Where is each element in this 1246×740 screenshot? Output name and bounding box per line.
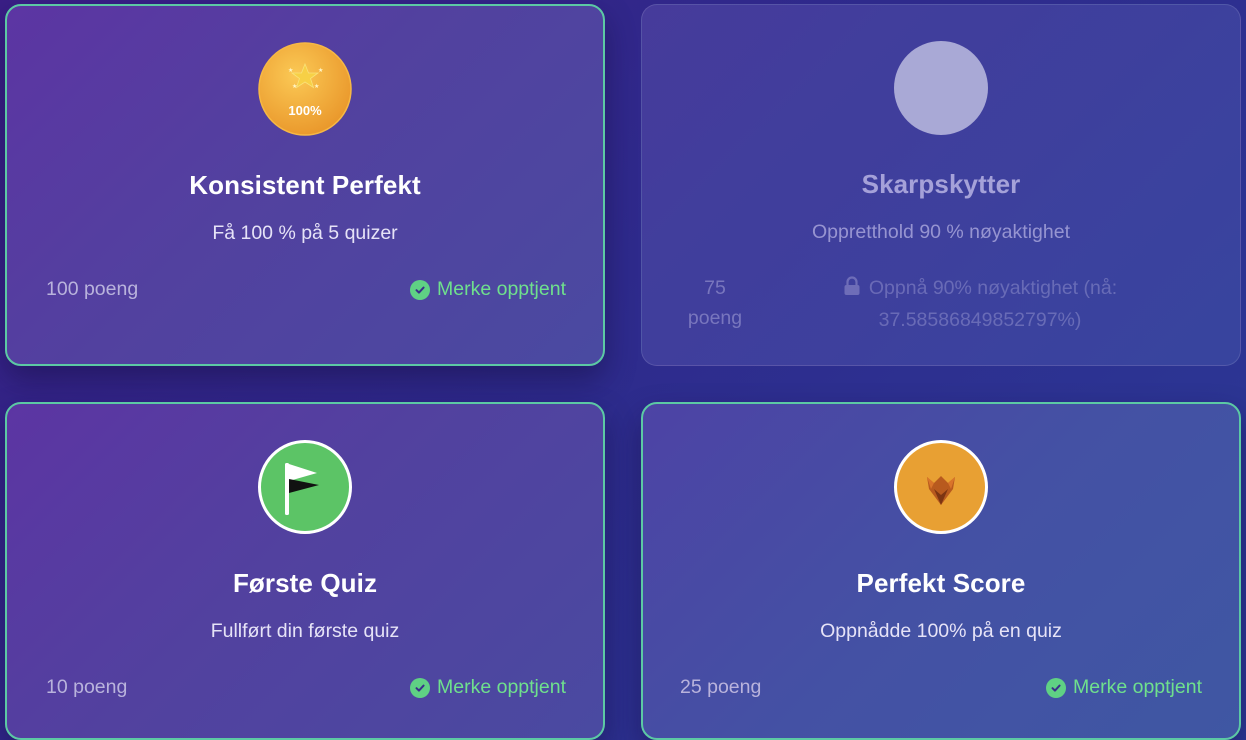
- svg-text:★: ★: [292, 83, 297, 90]
- svg-text:★: ★: [314, 83, 319, 90]
- badge-description: Få 100 % på 5 quizer: [212, 222, 398, 244]
- badge-grid: ★ ★ ★ ★ 100% Konsistent Perfekt Få 100 %…: [0, 0, 1246, 740]
- badge-requirement-line1: Oppnå 90% nøyaktighet (nå:: [868, 277, 1118, 299]
- badge-points: 100 poeng: [46, 278, 139, 300]
- gold-medal-icon: ★ ★ ★ ★ 100%: [258, 42, 352, 136]
- badge-requirement: Oppnå 90% nøyaktighet (nå: 37.5858684985…: [820, 273, 1140, 335]
- badge-earned-status: Merke opptjent: [410, 278, 566, 301]
- lock-icon: [843, 275, 861, 305]
- check-circle-icon: [410, 677, 430, 698]
- badge-description: Oppnådde 100% på en quiz: [820, 620, 1062, 642]
- badge-card-skarpskytter[interactable]: Skarpskytter Oppretthold 90 % nøyaktighe…: [641, 4, 1241, 366]
- badge-points: 75 poeng: [670, 273, 760, 333]
- badge-title: Første Quiz: [232, 568, 378, 598]
- flag-icon: [258, 440, 352, 534]
- badge-points: 25 poeng: [680, 676, 762, 698]
- badge-status-label: Merke opptjent: [437, 676, 566, 698]
- check-circle-icon: [1046, 677, 1066, 698]
- badge-title: Konsistent Perfekt: [189, 170, 421, 200]
- badge-earned-status: Merke opptjent: [410, 676, 566, 699]
- badge-card-konsistent-perfekt[interactable]: ★ ★ ★ ★ 100% Konsistent Perfekt Få 100 %…: [5, 4, 605, 366]
- badge-points: 10 poeng: [46, 676, 128, 698]
- svg-text:★: ★: [288, 67, 293, 74]
- badge-status-label: Merke opptjent: [437, 278, 566, 300]
- badge-status-label: Merke opptjent: [1073, 676, 1202, 698]
- badge-card-forste-quiz[interactable]: Første Quiz Fullført din første quiz 10 …: [5, 402, 605, 740]
- badge-description: Fullført din første quiz: [210, 620, 400, 642]
- badge-earned-status: Merke opptjent: [1046, 676, 1202, 699]
- svg-text:★: ★: [318, 67, 323, 74]
- badge-card-perfekt-score[interactable]: Perfekt Score Oppnådde 100% på en quiz 2…: [641, 402, 1241, 740]
- check-circle-icon: [410, 279, 430, 300]
- badge-title: Perfekt Score: [856, 568, 1026, 598]
- locked-placeholder-icon: [894, 41, 988, 135]
- fox-icon: [894, 440, 988, 534]
- badge-requirement-line2: 37.58586849852797%): [878, 309, 1082, 331]
- medal-percent-text: 100%: [288, 103, 322, 118]
- badge-points-value: 75: [704, 277, 726, 299]
- badge-points-unit: poeng: [687, 307, 743, 329]
- badge-description: Oppretthold 90 % nøyaktighet: [812, 221, 1070, 243]
- badge-title: Skarpskytter: [861, 169, 1021, 199]
